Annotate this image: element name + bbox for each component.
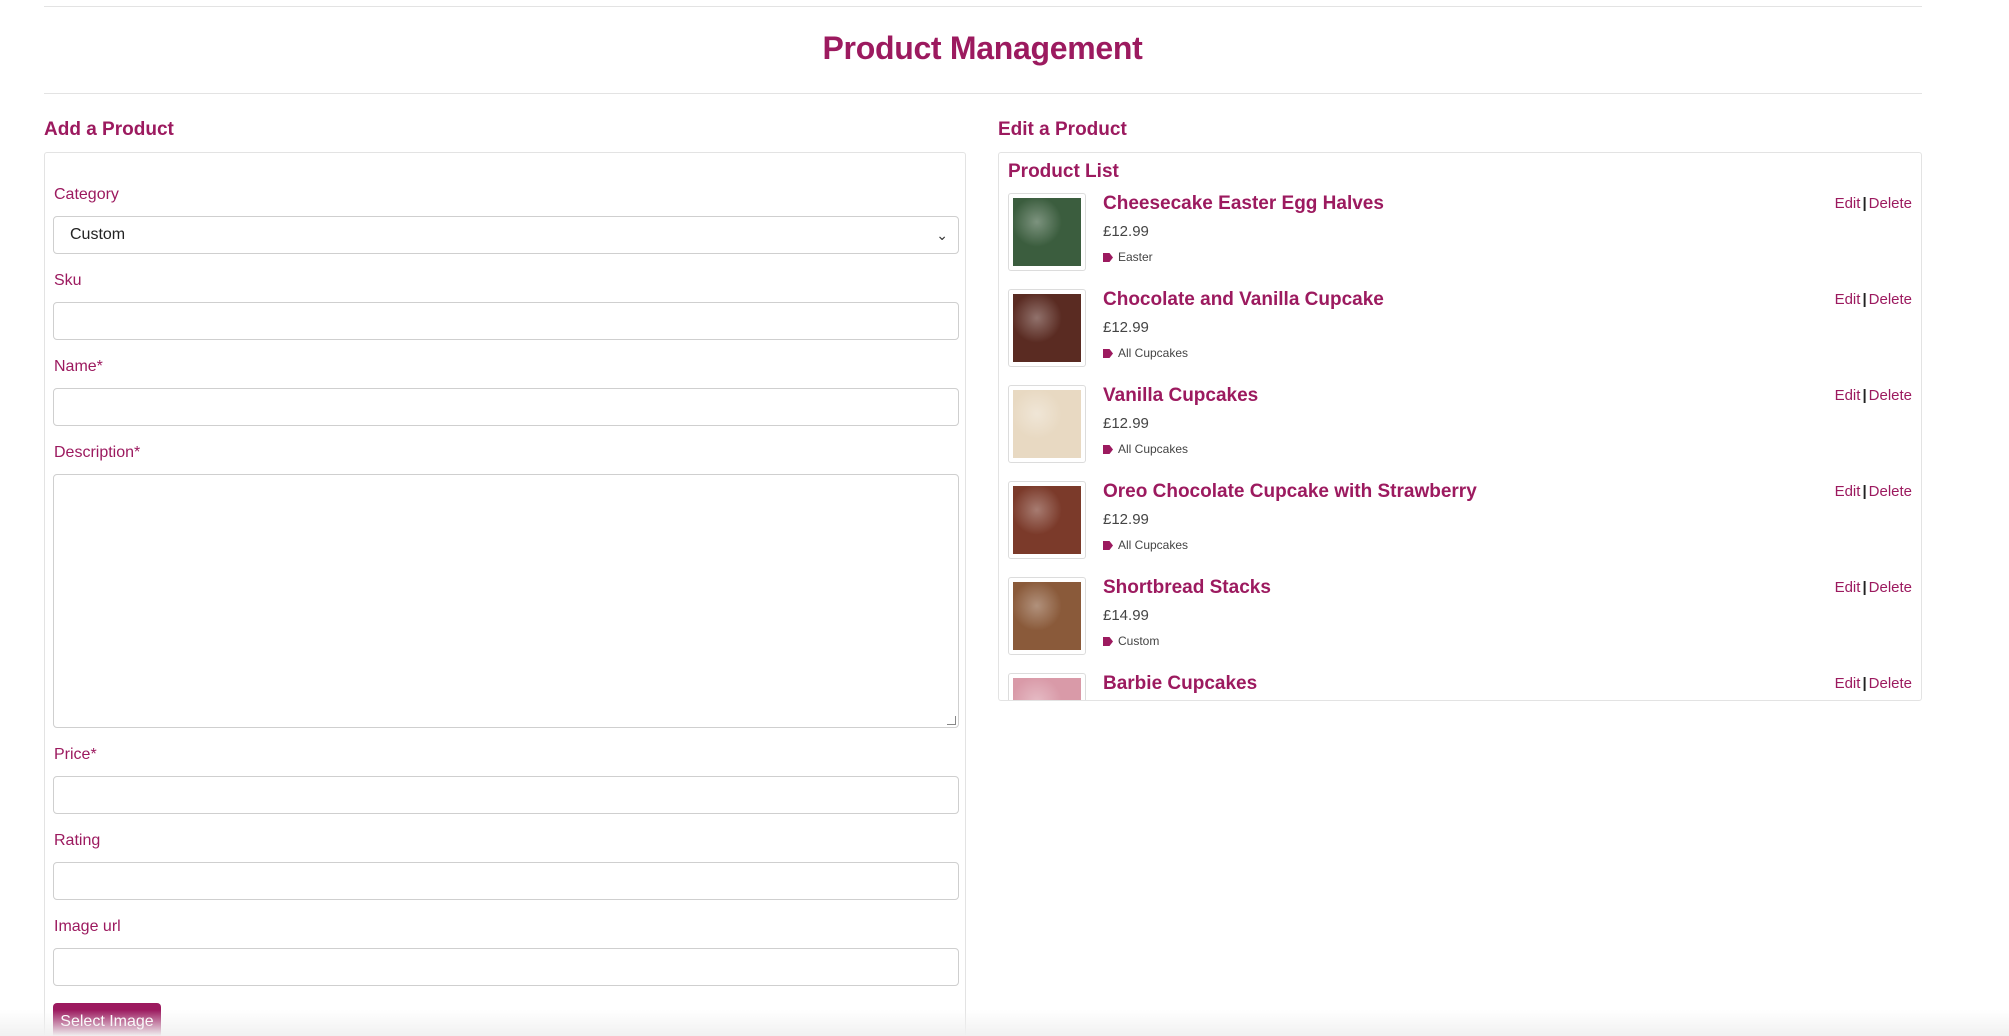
product-actions: Edit | Delete <box>1835 195 1912 212</box>
product-thumbnail <box>1008 385 1086 463</box>
price-label: Price* <box>54 746 97 763</box>
rating-input[interactable] <box>53 862 959 900</box>
tag-icon <box>1103 349 1113 358</box>
product-actions: Edit | Delete <box>1835 291 1912 308</box>
product-category-label: Easter <box>1118 250 1153 264</box>
delete-link[interactable]: Delete <box>1869 483 1912 500</box>
edit-product-heading: Edit a Product <box>998 119 1127 140</box>
product-row: Vanilla Cupcakes £12.99 All Cupcakes Edi… <box>1008 385 1912 481</box>
product-thumbnail <box>1008 289 1086 367</box>
action-separator: | <box>1862 579 1867 596</box>
tag-icon <box>1103 541 1113 550</box>
product-management-page: Product Management Add a Product Categor… <box>0 0 2009 1036</box>
category-select-value: Custom <box>70 226 126 243</box>
product-row: Cheesecake Easter Egg Halves £12.99 East… <box>1008 193 1912 289</box>
action-separator: | <box>1862 291 1867 308</box>
product-name: Shortbread Stacks <box>1103 577 1271 598</box>
product-price: £12.99 <box>1103 319 1149 336</box>
product-category-label: All Cupcakes <box>1118 346 1189 360</box>
title-divider <box>44 93 1922 94</box>
product-price: £12.99 <box>1103 511 1149 528</box>
product-image <box>1013 390 1081 458</box>
product-list-panel[interactable]: Product List Cheesecake Easter Egg Halve… <box>998 152 1922 701</box>
product-row: Chocolate and Vanilla Cupcake £12.99 All… <box>1008 289 1912 385</box>
product-category: All Cupcakes <box>1103 442 1188 456</box>
edit-link[interactable]: Edit <box>1835 579 1861 596</box>
product-price: £12.99 <box>1103 415 1149 432</box>
add-product-form: Category Custom ⌄ Sku Name* Description*… <box>44 152 966 1036</box>
edit-link[interactable]: Edit <box>1835 195 1861 212</box>
action-separator: | <box>1862 195 1867 212</box>
chevron-down-icon: ⌄ <box>936 227 948 243</box>
bottom-fade <box>0 1010 2009 1036</box>
product-category-label: Custom <box>1118 634 1160 648</box>
tag-icon <box>1103 445 1113 454</box>
product-price: £14.99 <box>1103 607 1149 624</box>
delete-link[interactable]: Delete <box>1869 291 1912 308</box>
delete-link[interactable]: Delete <box>1869 675 1912 692</box>
page-title: Product Management <box>822 30 1143 66</box>
image-url-input[interactable] <box>53 948 959 986</box>
edit-link[interactable]: Edit <box>1835 291 1861 308</box>
product-thumbnail <box>1008 193 1086 271</box>
product-image <box>1013 198 1081 266</box>
product-category-label: All Cupcakes <box>1118 538 1189 552</box>
product-row: Shortbread Stacks £14.99 Custom Edit | Del… <box>1008 577 1912 673</box>
product-category-label: All Cupcakes <box>1118 442 1189 456</box>
action-separator: | <box>1862 483 1867 500</box>
add-product-heading: Add a Product <box>44 119 174 140</box>
edit-link[interactable]: Edit <box>1835 387 1861 404</box>
delete-link[interactable]: Delete <box>1869 195 1912 212</box>
product-actions: Edit | Delete <box>1835 579 1912 596</box>
product-image <box>1013 294 1081 362</box>
product-name: Vanilla Cupcakes <box>1103 385 1259 406</box>
action-separator: | <box>1862 675 1867 692</box>
resize-grip-icon[interactable] <box>947 716 956 725</box>
product-actions: Edit | Delete <box>1835 387 1912 404</box>
sku-input[interactable] <box>53 302 959 340</box>
product-category: All Cupcakes <box>1103 346 1188 360</box>
product-category: Custom <box>1103 634 1159 648</box>
edit-link[interactable]: Edit <box>1835 675 1861 692</box>
product-thumbnail <box>1008 673 1086 700</box>
edit-link[interactable]: Edit <box>1835 483 1861 500</box>
tag-icon <box>1103 253 1113 262</box>
top-divider <box>44 6 1922 7</box>
delete-link[interactable]: Delete <box>1869 579 1912 596</box>
product-name: Oreo Chocolate Cupcake with Strawberry <box>1103 481 1477 502</box>
product-category: Easter <box>1103 250 1153 264</box>
product-category: All Cupcakes <box>1103 538 1188 552</box>
product-image <box>1013 582 1081 650</box>
product-row: Barbie Cupcakes Edit | Delete <box>1008 673 1912 700</box>
product-actions: Edit | Delete <box>1835 483 1912 500</box>
product-list-title: Product List <box>1008 161 1119 182</box>
product-actions: Edit | Delete <box>1835 675 1912 692</box>
product-thumbnail <box>1008 577 1086 655</box>
category-label: Category <box>54 186 119 203</box>
product-name: Barbie Cupcakes <box>1103 673 1258 694</box>
product-row: Oreo Chocolate Cupcake with Strawberry £… <box>1008 481 1912 577</box>
product-name: Cheesecake Easter Egg Halves <box>1103 193 1384 214</box>
product-thumbnail <box>1008 481 1086 559</box>
price-input[interactable] <box>53 776 959 814</box>
name-label: Name* <box>54 358 103 375</box>
image-url-label: Image url <box>54 918 121 935</box>
product-price: £12.99 <box>1103 223 1149 240</box>
sku-label: Sku <box>54 272 82 289</box>
description-label: Description* <box>54 444 141 461</box>
rating-label: Rating <box>54 832 101 849</box>
category-select[interactable]: Custom ⌄ <box>53 216 959 254</box>
product-image <box>1013 486 1081 554</box>
name-input[interactable] <box>53 388 959 426</box>
product-name: Chocolate and Vanilla Cupcake <box>1103 289 1384 310</box>
action-separator: | <box>1862 387 1867 404</box>
delete-link[interactable]: Delete <box>1869 387 1912 404</box>
description-textarea[interactable] <box>53 474 959 728</box>
product-image <box>1013 678 1081 700</box>
tag-icon <box>1103 637 1113 646</box>
